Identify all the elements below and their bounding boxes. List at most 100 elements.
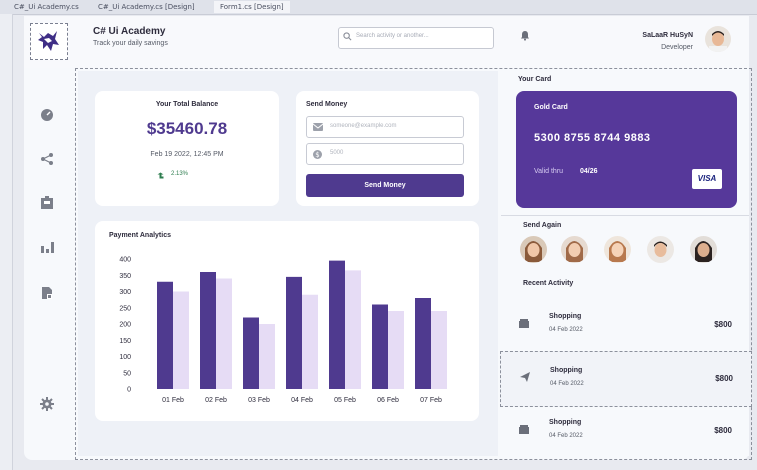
dollar-coin-icon: $ <box>313 150 322 159</box>
share-icon[interactable] <box>40 152 54 166</box>
activity-title: Shopping <box>550 367 583 374</box>
balance-date: Feb 19 2022, 12:45 PM <box>150 151 224 158</box>
card-name: Gold Card <box>534 104 568 111</box>
settings-gear-icon[interactable] <box>40 397 54 411</box>
app-title: C# Ui Academy <box>93 26 166 37</box>
avatar-face-icon <box>690 236 717 263</box>
activity-date: 04 Feb 2022 <box>549 327 583 333</box>
ide-tab[interactable]: C#_Ui Academy.cs [Design] <box>92 1 201 13</box>
bar-series-2 <box>345 270 361 389</box>
bar-series-2 <box>388 311 404 389</box>
ide-tab-bar: C#_Ui Academy.cs C#_Ui Academy.cs [Desig… <box>0 0 757 15</box>
payment-analytics-chart: 0 50 100 150 200 250 300 350 400 01 Feb 02 Feb 03 F… <box>119 257 447 404</box>
activity-amount: $800 <box>715 374 733 383</box>
your-card-label: Your Card <box>518 76 552 83</box>
user-avatar[interactable] <box>705 26 731 52</box>
activity-amount: $800 <box>714 320 732 329</box>
y-tick-label: 350 <box>119 273 131 280</box>
y-tick-label: 50 <box>123 370 131 377</box>
ide-tab-active[interactable]: Form1.cs [Design] <box>214 1 290 13</box>
ide-toolbox-strip <box>0 14 13 470</box>
shopping-bag-icon <box>519 425 529 434</box>
recent-activity-label: Recent Activity <box>523 280 574 287</box>
bell-icon[interactable] <box>520 30 530 41</box>
x-tick-label: 06 Feb <box>377 397 399 404</box>
amount-field[interactable]: $ 5000 <box>306 143 464 165</box>
bar-series-1 <box>329 260 345 389</box>
balance-amount: $35460.78 <box>146 119 228 138</box>
email-placeholder: someone@example.com <box>330 123 397 129</box>
activity-date: 04 Feb 2022 <box>550 381 584 387</box>
growth-arrow-icon <box>157 172 164 179</box>
app-header: C# Ui Academy Track your daily savings S… <box>24 16 749 68</box>
send-plane-icon <box>520 372 530 382</box>
bar-series-2 <box>259 324 275 389</box>
dashboard-gauge-icon[interactable] <box>40 108 54 122</box>
avatar-face-icon <box>647 236 674 263</box>
user-name: SaLaaR HuSyN <box>642 32 693 39</box>
id-card-icon[interactable] <box>40 196 54 210</box>
bar-series-1 <box>415 298 431 389</box>
y-tick-label: 0 <box>127 387 131 394</box>
balance-card: Your Total Balance $35460.78 Feb 19 2022… <box>95 91 279 206</box>
contact-avatar[interactable] <box>647 236 674 263</box>
app-logo <box>30 23 68 60</box>
send-money-title: Send Money <box>306 101 348 108</box>
avatar-face-icon <box>705 26 731 52</box>
ide-tab[interactable]: C#_Ui Academy.cs <box>8 1 85 13</box>
x-tick-label: 04 Feb <box>291 397 313 404</box>
x-tick-label: 03 Feb <box>248 397 270 404</box>
card-number: 5300 8755 8744 9883 <box>534 132 651 144</box>
mail-icon <box>313 123 323 131</box>
search-input[interactable]: Search activity or another... <box>338 27 494 49</box>
gold-card[interactable]: Gold Card 5300 8755 8744 9883 Valid thru… <box>516 91 737 208</box>
contact-avatar[interactable] <box>520 236 547 263</box>
contact-avatar[interactable] <box>690 236 717 263</box>
send-money-card: Send Money someone@example.com $ 5000 Se… <box>296 91 479 206</box>
app-subtitle: Track your daily savings <box>93 40 168 47</box>
activity-row[interactable]: Shopping 04 Feb 2022 $800 <box>500 404 750 458</box>
avatar-face-icon <box>520 236 547 263</box>
x-tick-label: 05 Feb <box>334 397 356 404</box>
amount-placeholder: 5000 <box>330 150 344 156</box>
x-tick-label: 07 Feb <box>420 397 442 404</box>
contact-avatar[interactable] <box>561 236 588 263</box>
bar-series-2 <box>173 291 189 389</box>
balance-title: Your Total Balance <box>155 101 219 108</box>
payment-analytics-card: Payment Analytics 0 50 100 150 200 250 300 350 4… <box>95 221 479 421</box>
bar-series-2 <box>431 311 447 389</box>
document-icon[interactable] <box>40 286 54 300</box>
y-tick-label: 150 <box>119 338 131 345</box>
send-again-label: Send Again <box>523 222 562 229</box>
app-window: C# Ui Academy Track your daily savings S… <box>24 16 752 460</box>
bar-series-2 <box>302 294 318 389</box>
user-role: Developer <box>661 44 693 51</box>
bull-logo-icon <box>38 31 59 51</box>
visa-logo: VISA <box>692 169 722 189</box>
activity-row-selected[interactable]: Shopping 04 Feb 2022 $800 <box>500 351 752 407</box>
activity-title: Shopping <box>549 419 582 426</box>
card-valid-value: 04/26 <box>580 168 598 175</box>
activity-date: 04 Feb 2022 <box>549 433 583 439</box>
y-tick-label: 250 <box>119 305 131 312</box>
bar-series-1 <box>243 317 259 389</box>
search-icon <box>343 32 352 41</box>
avatar-face-icon <box>604 236 631 263</box>
x-tick-label: 02 Feb <box>205 397 227 404</box>
email-field[interactable]: someone@example.com <box>306 116 464 138</box>
shopping-bag-icon <box>519 319 529 328</box>
bar-series-1 <box>200 272 216 389</box>
search-placeholder: Search activity or another... <box>356 33 429 39</box>
card-valid-label: Valid thru <box>534 168 564 175</box>
send-money-button[interactable]: Send Money <box>306 174 464 197</box>
y-tick-label: 300 <box>119 289 131 296</box>
divider <box>501 215 749 216</box>
y-tick-label: 400 <box>119 257 131 264</box>
contact-avatar[interactable] <box>604 236 631 263</box>
avatar-face-icon <box>561 236 588 263</box>
bar-chart-icon[interactable] <box>40 240 54 254</box>
y-tick-label: 100 <box>119 354 131 361</box>
activity-title: Shopping <box>549 313 582 320</box>
activity-row[interactable]: Shopping 04 Feb 2022 $800 <box>500 298 750 352</box>
y-tick-label: 200 <box>119 322 131 329</box>
